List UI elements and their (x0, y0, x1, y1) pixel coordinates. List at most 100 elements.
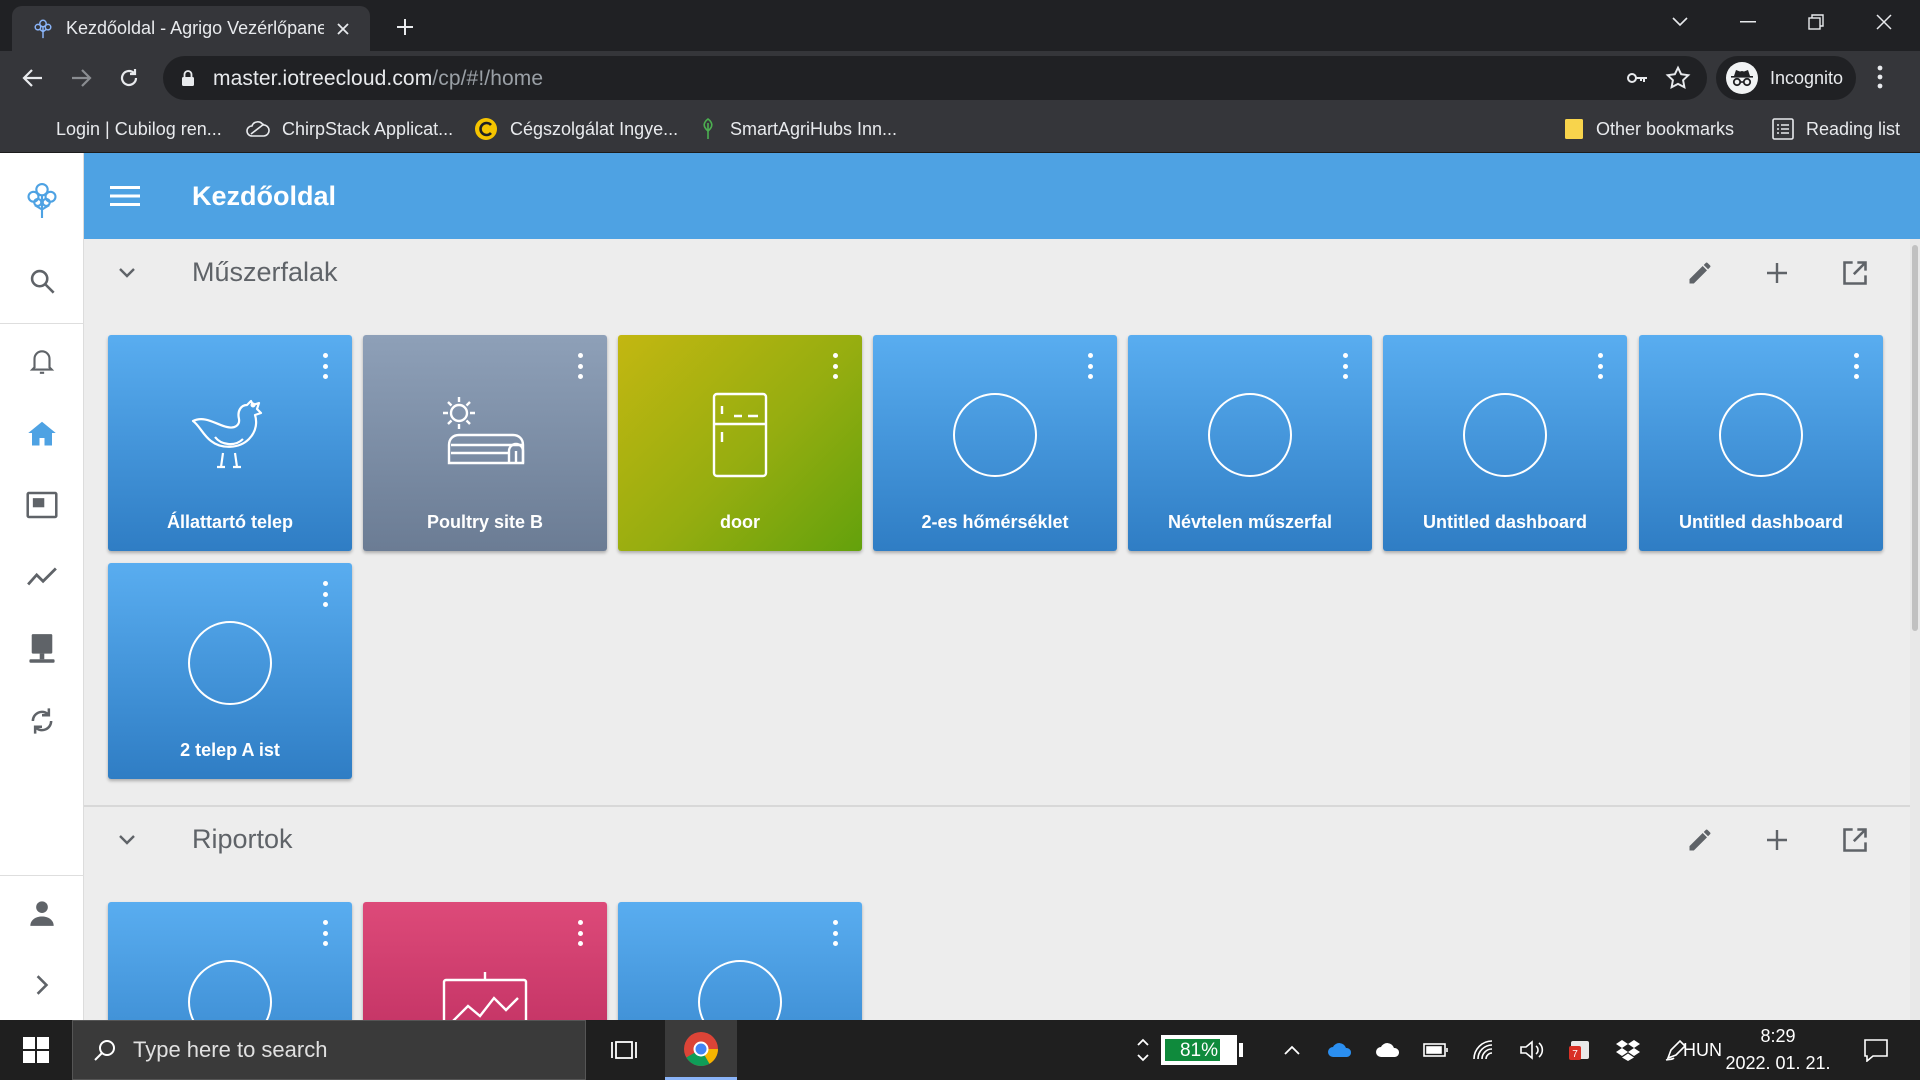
edit-pencil-icon[interactable] (1682, 255, 1718, 291)
forward-icon[interactable] (64, 61, 98, 95)
sidebar-notifications-icon[interactable] (0, 331, 84, 391)
minimize-icon[interactable] (1728, 6, 1768, 38)
notification-center-icon[interactable] (1856, 1020, 1896, 1080)
onedrive-blue-icon[interactable] (1326, 1020, 1354, 1080)
chicken-icon (108, 385, 352, 485)
reading-list[interactable]: Reading list (1772, 105, 1900, 153)
report-tile[interactable] (363, 902, 607, 1020)
tile-more-icon[interactable] (1340, 353, 1350, 379)
tile-label: Poultry site B (426, 512, 544, 532)
taskbar-scroll-icon[interactable] (1130, 1020, 1156, 1080)
incognito-badge[interactable]: Incognito (1716, 56, 1856, 100)
tile-more-icon[interactable] (830, 920, 840, 946)
sidebar-sync-icon[interactable] (0, 691, 84, 751)
dashboard-tile[interactable]: Névtelen műszerfal (1128, 335, 1372, 551)
browser-menu-icon[interactable] (1876, 63, 1884, 91)
sidebar-dashboard-icon[interactable] (0, 475, 84, 535)
task-view-icon[interactable] (604, 1020, 644, 1080)
open-external-icon[interactable] (1837, 255, 1873, 291)
other-bookmarks[interactable]: Other bookmarks (1564, 105, 1734, 153)
bookmark-item[interactable]: SmartAgriHubs Inn... (698, 105, 897, 153)
app-window: Kezdőoldal Műszerfalak Állattartó telep … (0, 153, 1920, 1020)
browser-toolbar: master.iotreecloud.com/cp/#!/home Incogn… (0, 51, 1920, 105)
circle-icon (1128, 385, 1372, 485)
section-title: Riportok (192, 824, 293, 854)
app-logo-icon[interactable] (0, 165, 84, 237)
volume-icon[interactable] (1518, 1020, 1546, 1080)
page-scrollbar[interactable] (1910, 239, 1920, 1020)
sidebar-home-icon[interactable] (0, 403, 84, 463)
lock-icon[interactable] (181, 69, 195, 87)
scrollbar-thumb[interactable] (1912, 245, 1918, 631)
tile-more-icon[interactable] (320, 920, 330, 946)
app-tray-badge-icon[interactable]: 7 (1566, 1020, 1594, 1080)
address-bar[interactable]: master.iotreecloud.com/cp/#!/home (163, 56, 1707, 100)
tile-more-icon[interactable] (1851, 353, 1861, 379)
greenhouse-sun-icon (363, 385, 607, 485)
sidebar-search-icon[interactable] (0, 251, 84, 311)
sidebar (0, 153, 84, 1020)
battery-tray-icon[interactable] (1422, 1020, 1450, 1080)
sidebar-expand-icon[interactable] (0, 955, 84, 1015)
dashboard-tile[interactable]: 2 telep A ist (108, 563, 352, 779)
report-tile[interactable] (618, 902, 862, 1020)
add-plus-icon[interactable] (1759, 822, 1795, 858)
input-language[interactable]: HUN (1672, 1040, 1722, 1061)
tray-expand-icon[interactable] (1278, 1020, 1306, 1080)
sidebar-device-icon[interactable] (0, 619, 84, 679)
clock-time[interactable]: 8:29 (1728, 1026, 1828, 1047)
dashboard-tile[interactable]: 2-es hőmérséklet (873, 335, 1117, 551)
tile-more-icon[interactable] (830, 353, 840, 379)
dashboard-tile[interactable]: door (618, 335, 862, 551)
dropbox-icon[interactable] (1614, 1020, 1642, 1080)
circle-icon (618, 952, 862, 1020)
collapse-chevron-icon[interactable] (112, 258, 142, 288)
tile-more-icon[interactable] (575, 353, 585, 379)
edit-pencil-icon[interactable] (1682, 822, 1718, 858)
close-tab-icon[interactable] (330, 16, 356, 42)
yellow-c-icon (474, 117, 498, 141)
tile-label: Névtelen műszerfal (1167, 512, 1333, 532)
incognito-label: Incognito (1770, 67, 1844, 88)
bookmark-item[interactable]: Login | Cubilog ren... (56, 105, 222, 153)
tile-more-icon[interactable] (1085, 353, 1095, 379)
sidebar-chart-icon[interactable] (0, 547, 84, 607)
new-tab-icon[interactable] (390, 12, 420, 42)
tile-more-icon[interactable] (320, 353, 330, 379)
dashboard-tile[interactable]: Állattartó telep (108, 335, 352, 551)
sidebar-user-icon[interactable] (0, 883, 84, 943)
section-header-dashboards: Műszerfalak (84, 243, 1910, 303)
battery-indicator[interactable]: 81% (1161, 1035, 1237, 1065)
dashboard-tile[interactable]: Untitled dashboard (1383, 335, 1627, 551)
search-icon (93, 1038, 117, 1062)
wifi-icon[interactable] (1470, 1020, 1498, 1080)
bookmark-item[interactable]: Cégszolgálat Ingye... (474, 105, 678, 153)
onedrive-white-icon[interactable] (1374, 1020, 1402, 1080)
collapse-chevron-icon[interactable] (112, 825, 142, 855)
windows-start-icon[interactable] (0, 1020, 72, 1080)
hamburger-menu-icon[interactable] (106, 177, 144, 215)
circle-icon (873, 385, 1117, 485)
browser-tab[interactable]: Kezdőoldal - Agrigo Vezérlőpanel (12, 6, 370, 51)
reload-icon[interactable] (112, 61, 146, 95)
tile-more-icon[interactable] (575, 920, 585, 946)
restore-icon[interactable] (1796, 6, 1836, 38)
dashboard-tile[interactable]: Poultry site B (363, 335, 607, 551)
report-tile[interactable] (108, 902, 352, 1020)
app-header: Kezdőoldal (84, 153, 1920, 239)
open-external-icon[interactable] (1837, 822, 1873, 858)
chrome-taskbar-icon[interactable] (665, 1020, 737, 1080)
tab-search-icon[interactable] (1660, 6, 1700, 38)
tile-more-icon[interactable] (320, 581, 330, 607)
add-plus-icon[interactable] (1759, 255, 1795, 291)
bookmark-item[interactable]: ChirpStack Applicat... (246, 105, 453, 153)
clock-date[interactable]: 2022. 01. 21. (1718, 1053, 1838, 1074)
back-icon[interactable] (16, 61, 50, 95)
dashboard-tile[interactable]: Untitled dashboard (1639, 335, 1883, 551)
password-key-icon[interactable] (1625, 66, 1649, 90)
chart-board-icon (363, 952, 607, 1020)
close-window-icon[interactable] (1864, 6, 1904, 38)
taskbar-search-box[interactable]: Type here to search (72, 1020, 586, 1080)
bookmark-star-icon[interactable] (1665, 65, 1691, 91)
tile-more-icon[interactable] (1595, 353, 1605, 379)
